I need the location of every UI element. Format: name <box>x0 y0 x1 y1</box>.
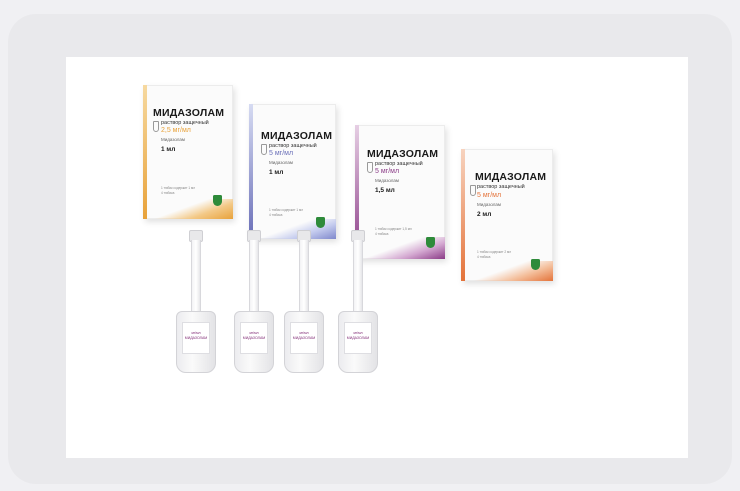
box-inn: Мидазолам <box>375 178 399 183</box>
box-subtitle: раствор защечный <box>477 184 525 190</box>
box-title: МИДАЗОЛАМ <box>153 107 225 119</box>
box-title: МИДАЗОЛАМ <box>261 130 333 142</box>
box-fine-2: 4 тюбика <box>161 191 175 195</box>
ampoule-neck <box>353 240 363 314</box>
package-box-1: МИДАЗОЛАМ раствор защечный 2,5 мг/мл Мид… <box>143 85 233 219</box>
box-fine-2: 4 тюбика <box>269 213 283 217</box>
ampoule-label: мг/мл МИДАЗОЛАМ <box>182 322 210 354</box>
box-subtitle: раствор защечный <box>269 143 317 149</box>
vial-icon <box>261 144 267 155</box>
box-dose: 5 мг/мл <box>477 192 502 199</box>
box-fine-2: 4 тюбика <box>477 255 491 259</box>
box-dose: 2,5 мг/мл <box>161 127 191 134</box>
ampoule-4: мг/мл МИДАЗОЛАМ <box>334 227 382 377</box>
box-dose: 5 мг/мл <box>375 168 400 175</box>
ampoule-label: мг/мл МИДАЗОЛАМ <box>290 322 318 354</box>
vial-icon <box>367 162 373 173</box>
box-subtitle: раствор защечный <box>161 120 209 126</box>
ampoule-2: мг/мл МИДАЗОЛАМ <box>230 227 278 377</box>
box-title: МИДАЗОЛАМ <box>475 171 547 183</box>
box-volume: 2 мл <box>477 211 492 218</box>
ampoule-label: мг/мл МИДАЗОЛАМ <box>344 322 372 354</box>
vial-icon <box>153 121 159 132</box>
box-fine-1: 1 тюбик содержит 1 мл <box>269 208 304 212</box>
vial-icon <box>470 185 476 196</box>
coat-of-arms-icon <box>531 259 540 270</box>
ampoule-3: мг/мл МИДАЗОЛАМ <box>280 227 328 377</box>
box-volume: 1 мл <box>269 169 284 176</box>
box-volume: 1 мл <box>161 146 176 153</box>
box-fine-1: 1 тюбик содержит 1 мл <box>161 186 196 190</box>
package-box-4: МИДАЗОЛАМ раствор защечный 5 мг/мл Мидаз… <box>461 149 553 281</box>
coat-of-arms-icon <box>213 195 222 206</box>
product-photo: МИДАЗОЛАМ раствор защечный 2,5 мг/мл Мид… <box>66 57 688 458</box>
box-dose: 5 мг/мл <box>269 150 294 157</box>
box-subtitle: раствор защечный <box>375 161 423 167</box>
box-title: МИДАЗОЛАМ <box>367 148 439 160</box>
box-inn: Мидазолам <box>269 160 293 165</box>
box-volume: 1,5 мл <box>375 187 395 194</box>
ampoule-neck <box>299 240 309 314</box>
package-box-2: МИДАЗОЛАМ раствор защечный 5 мг/мл Мидаз… <box>249 104 336 239</box>
ampoule-label: мг/мл МИДАЗОЛАМ <box>240 322 268 354</box>
box-inn: Мидазолам <box>477 202 501 207</box>
ampoule-1: мг/мл МИДАЗОЛАМ <box>172 227 220 377</box>
ampoule-neck <box>191 240 201 314</box>
box-inn: Мидазолам <box>161 137 185 142</box>
box-fine-1: 1 тюбик содержит 2 мл <box>477 250 512 254</box>
ampoule-neck <box>249 240 259 314</box>
coat-of-arms-icon <box>426 237 435 248</box>
